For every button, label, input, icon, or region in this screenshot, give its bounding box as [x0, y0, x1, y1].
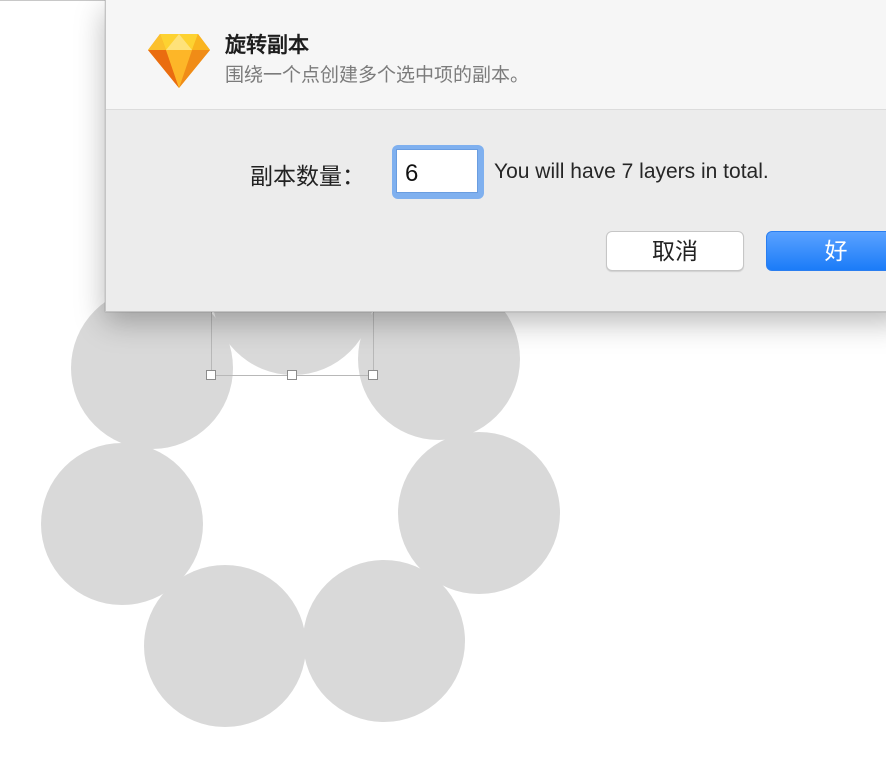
copies-input-focus-ring — [392, 145, 484, 199]
copies-count-label: 副本数量： — [250, 163, 365, 189]
dialog-header: 旋转副本 围绕一个点创建多个选中项的副本。 — [106, 0, 886, 110]
dialog-title: 旋转副本 — [225, 34, 309, 57]
rotate-copies-dialog: 旋转副本 围绕一个点创建多个选中项的副本。 副本数量： You will hav… — [105, 0, 886, 312]
circle-copy-bottom-left[interactable] — [144, 565, 306, 727]
sketch-diamond-icon — [148, 34, 210, 88]
ok-button[interactable]: 好 — [766, 231, 886, 271]
total-layers-text: You will have 7 layers in total. — [494, 160, 769, 183]
circle-copy-bottom-right[interactable] — [303, 560, 465, 722]
resize-handle-bottom-center[interactable] — [287, 370, 297, 380]
resize-handle-bottom-left[interactable] — [206, 370, 216, 380]
resize-handle-bottom-right[interactable] — [368, 370, 378, 380]
dialog-subtitle: 围绕一个点创建多个选中项的副本。 — [225, 65, 530, 86]
copies-count-input[interactable] — [396, 149, 478, 193]
cancel-button[interactable]: 取消 — [606, 231, 744, 271]
